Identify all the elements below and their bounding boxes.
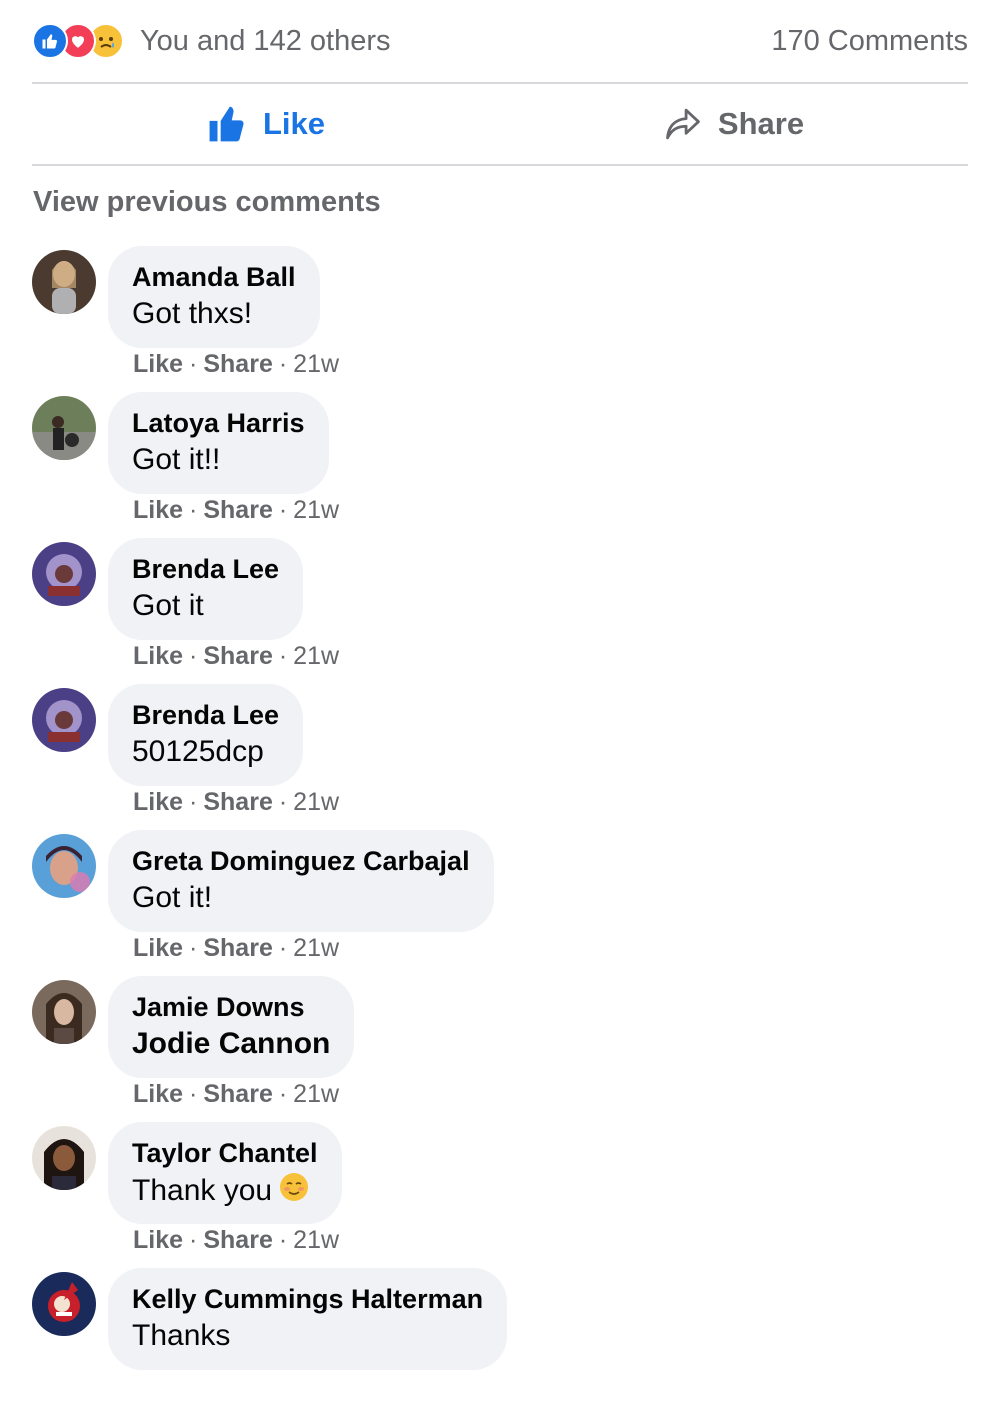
comment-item: Greta Dominguez Carbajal Got it! Like · Sh…: [32, 830, 972, 976]
avatar[interactable]: [32, 688, 96, 752]
comment-item: Amanda Ball Got thxs! Like · Share · 21w: [32, 246, 972, 392]
comment-text: Got it!: [132, 881, 213, 914]
comment-meta: Like · Share · 21w: [133, 934, 339, 963]
comment-timestamp: 21w: [293, 642, 340, 670]
thumbs-up-icon: [207, 105, 247, 143]
comment-author[interactable]: Brenda Lee: [132, 554, 279, 584]
comment-author[interactable]: Amanda Ball: [132, 262, 296, 292]
comment-meta: Like · Share · 21w: [133, 788, 339, 817]
meta-separator: ·: [278, 350, 288, 378]
comment-share-link[interactable]: Share: [203, 496, 272, 524]
avatar[interactable]: [32, 1126, 96, 1190]
comment-item: Brenda Lee 50125dcp Like · Share · 21w: [32, 684, 972, 830]
comment-timestamp: 21w: [293, 1226, 340, 1254]
avatar[interactable]: [32, 834, 96, 898]
comment-item: Taylor Chantel Thank you Like · Share · 21w: [32, 1122, 972, 1268]
comment-author[interactable]: Taylor Chantel: [132, 1138, 318, 1168]
comment-share-link[interactable]: Share: [203, 1080, 272, 1108]
meta-separator: ·: [278, 788, 288, 816]
meta-separator: ·: [189, 642, 198, 670]
like-button[interactable]: Like: [32, 84, 500, 164]
meta-separator: ·: [189, 1226, 198, 1254]
meta-separator: ·: [278, 496, 288, 524]
meta-separator: ·: [189, 496, 198, 524]
comment-like-link[interactable]: Like: [133, 1080, 183, 1108]
comment-bubble[interactable]: Taylor Chantel Thank you: [108, 1122, 342, 1224]
comment-item: Jamie Downs Jodie Cannon Like · Share · 21w: [32, 976, 972, 1122]
comment-share-link[interactable]: Share: [203, 350, 272, 378]
like-label: Like: [262, 106, 326, 141]
comment-bubble[interactable]: Amanda Ball Got thxs!: [108, 246, 320, 348]
comment-meta: Like · Share · 21w: [133, 350, 339, 379]
comment-text: Got thxs!: [132, 297, 253, 330]
comment-item: Kelly Cummings Halterman Thanks: [32, 1268, 972, 1414]
comment-text: Thank you: [132, 1173, 273, 1207]
avatar[interactable]: [32, 396, 96, 460]
meta-separator: ·: [278, 1226, 288, 1254]
comment-meta: Like · Share · 21w: [133, 1080, 339, 1109]
comment-timestamp: 21w: [293, 934, 340, 962]
meta-separator: ·: [189, 350, 198, 378]
post-action-bar: Like Share: [32, 84, 968, 166]
comment-bubble[interactable]: Kelly Cummings Halterman Thanks: [108, 1268, 508, 1370]
comment-meta: Like · Share · 21w: [133, 1226, 339, 1255]
comment-share-link[interactable]: Share: [203, 1226, 272, 1254]
meta-separator: ·: [278, 642, 288, 670]
like-reaction-icon: [32, 23, 68, 59]
comment-bubble[interactable]: Jamie Downs Jodie Cannon: [108, 976, 355, 1078]
comment-item: Brenda Lee Got it Like · Share · 21w: [32, 538, 972, 684]
reactions-bar: You and 142 others 170 Comments: [32, 0, 968, 84]
comment-text: 50125dcp: [132, 735, 264, 768]
comment-timestamp: 21w: [293, 788, 340, 816]
comment-like-link[interactable]: Like: [133, 1226, 183, 1254]
comment-bubble[interactable]: Brenda Lee 50125dcp: [108, 684, 304, 786]
comments-list: Amanda Ball Got thxs! Like · Share · 21w Lat…: [32, 246, 972, 1414]
comments-count[interactable]: 170 Comments: [771, 25, 968, 58]
comment-text-row: Thank you: [132, 1171, 318, 1213]
comment-author[interactable]: Kelly Cummings Halterman: [132, 1284, 483, 1314]
view-previous-comments-link[interactable]: View previous comments: [33, 186, 381, 219]
comment-mention[interactable]: Jodie Cannon: [132, 1025, 330, 1063]
smiling-blush-emoji-icon: [278, 1171, 310, 1213]
reaction-summary-text: You and 142 others: [140, 24, 391, 57]
comment-bubble[interactable]: Greta Dominguez Carbajal Got it!: [108, 830, 494, 932]
comment-author[interactable]: Jamie Downs: [132, 992, 330, 1022]
avatar[interactable]: [32, 1272, 96, 1336]
share-arrow-icon: [664, 107, 702, 141]
comment-like-link[interactable]: Like: [133, 788, 183, 816]
comment-text: Got it: [132, 589, 204, 622]
comment-meta: Like · Share · 21w: [133, 642, 339, 671]
share-label: Share: [717, 106, 805, 141]
meta-separator: ·: [278, 1080, 288, 1108]
comment-like-link[interactable]: Like: [133, 642, 183, 670]
comment-timestamp: 21w: [293, 496, 340, 524]
meta-separator: ·: [278, 934, 288, 962]
share-button[interactable]: Share: [500, 84, 968, 164]
comment-author[interactable]: Greta Dominguez Carbajal: [132, 846, 470, 876]
comment-share-link[interactable]: Share: [203, 934, 272, 962]
reactions-summary[interactable]: You and 142 others: [32, 23, 390, 59]
avatar[interactable]: [32, 542, 96, 606]
comment-timestamp: 21w: [293, 350, 340, 378]
comment-like-link[interactable]: Like: [133, 496, 183, 524]
comment-bubble[interactable]: Brenda Lee Got it: [108, 538, 304, 640]
comment-share-link[interactable]: Share: [203, 788, 272, 816]
comment-text: Thanks: [132, 1319, 231, 1352]
meta-separator: ·: [189, 934, 198, 962]
comment-item: Latoya Harris Got it!! Like · Share · 21w: [32, 392, 972, 538]
comment-like-link[interactable]: Like: [133, 350, 183, 378]
comment-timestamp: 21w: [293, 1080, 340, 1108]
comment-meta: Like · Share · 21w: [133, 496, 339, 525]
comment-author[interactable]: Latoya Harris: [132, 408, 305, 438]
avatar[interactable]: [32, 250, 96, 314]
comment-bubble[interactable]: Latoya Harris Got it!!: [108, 392, 329, 494]
comment-author[interactable]: Brenda Lee: [132, 700, 279, 730]
meta-separator: ·: [189, 1080, 198, 1108]
meta-separator: ·: [189, 788, 198, 816]
comment-like-link[interactable]: Like: [133, 934, 183, 962]
comment-text: Got it!!: [132, 443, 221, 476]
comment-share-link[interactable]: Share: [203, 642, 272, 670]
avatar[interactable]: [32, 980, 96, 1044]
